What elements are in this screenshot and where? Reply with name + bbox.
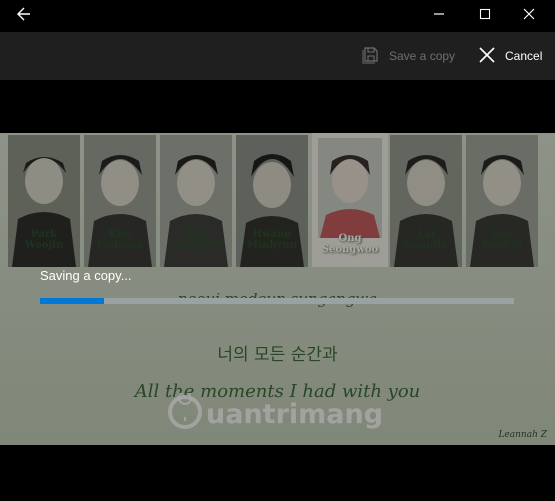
minimize-icon (433, 7, 445, 25)
cancel-label: Cancel (505, 49, 543, 63)
cancel-x-icon (478, 46, 505, 67)
save-a-copy-button[interactable]: Save a copy (361, 32, 455, 80)
progress-bar (40, 298, 514, 304)
close-icon (523, 7, 535, 25)
title-bar (0, 0, 555, 32)
progress-bar-fill (40, 298, 104, 304)
close-button[interactable] (514, 0, 544, 32)
save-a-copy-label: Save a copy (389, 49, 456, 63)
minimize-button[interactable] (424, 0, 454, 32)
toolbar: Save a copy Cancel (0, 32, 555, 80)
back-button[interactable] (6, 0, 42, 32)
saving-overlay (0, 133, 555, 445)
maximize-icon (479, 7, 491, 25)
back-arrow-icon (17, 7, 31, 26)
saving-status-text: Saving a copy... (40, 268, 132, 283)
cancel-button[interactable]: Cancel (478, 32, 542, 80)
maximize-button[interactable] (470, 0, 500, 32)
save-icon (361, 45, 389, 67)
